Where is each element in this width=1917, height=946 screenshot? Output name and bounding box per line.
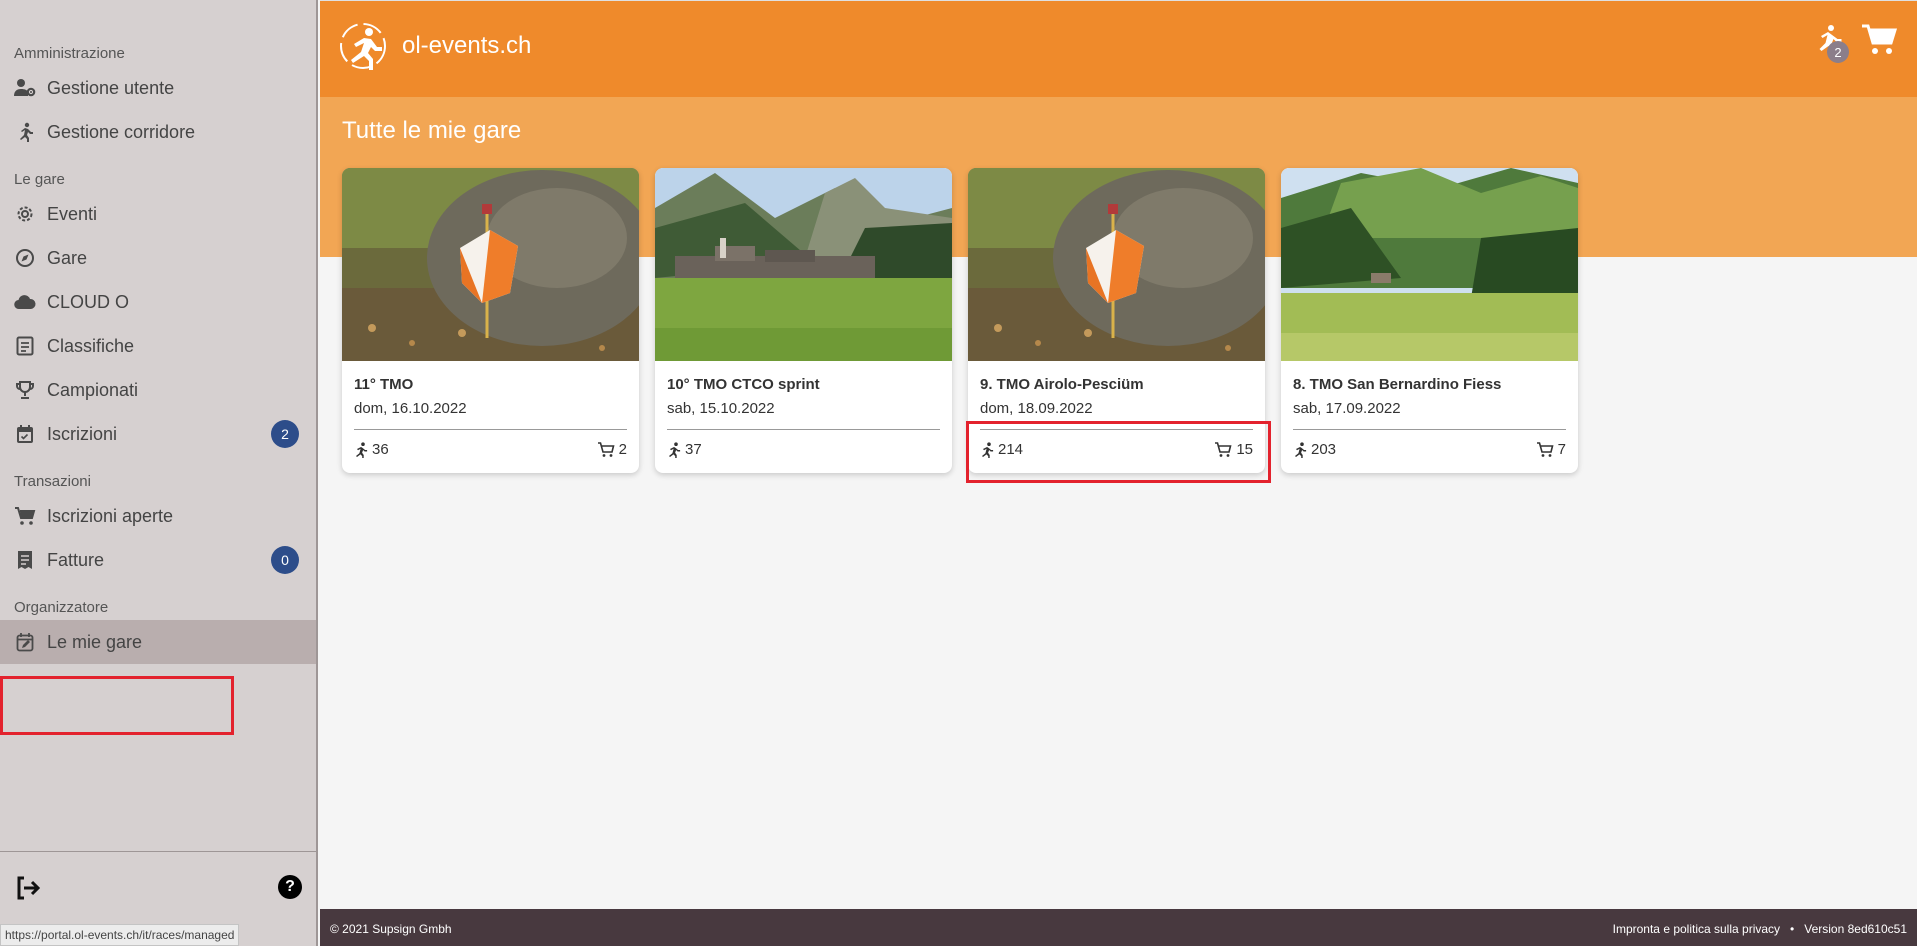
copyright: © 2021 Supsign Gmbh <box>330 922 452 936</box>
sidebar-item-label: Iscrizioni <box>47 423 118 444</box>
cart-button[interactable] <box>1861 23 1901 63</box>
footer: © 2021 Supsign Gmbh Impronta e politica … <box>320 909 1917 946</box>
sidebar-item-label: Le mie gare <box>47 631 143 652</box>
sidebar-item-invoices[interactable]: Fatture 0 <box>0 538 316 582</box>
race-card[interactable]: 10° TMO CTCO sprint sab, 15.10.2022 37 <box>655 168 952 473</box>
orders-count-value: 15 <box>1236 441 1253 458</box>
sidebar-item-label: Campionati <box>47 379 139 400</box>
brand-name[interactable]: ol-events.ch <box>402 32 531 60</box>
race-cards: 11° TMO dom, 16.10.2022 36 2 10° TMO CTC… <box>342 168 1578 473</box>
section-title-races: Le gare <box>14 171 65 188</box>
race-card[interactable]: 8. TMO San Bernardino Fiess sab, 17.09.2… <box>1281 168 1578 473</box>
runners-count-value: 203 <box>1311 441 1337 458</box>
receipt-icon <box>14 549 36 571</box>
runners-count-value: 37 <box>685 441 702 458</box>
sidebar-item-label: Fatture <box>47 549 105 570</box>
card-divider <box>980 429 1253 430</box>
runner-icon <box>356 441 368 458</box>
race-title: 10° TMO CTCO sprint <box>667 376 820 393</box>
status-bar-url: https://portal.ol-events.ch/it/races/man… <box>0 924 240 946</box>
sidebar-item-events[interactable]: Eventi <box>0 192 316 236</box>
cart-icon <box>14 505 36 527</box>
orders-count[interactable]: 7 <box>1536 441 1566 458</box>
page-title: Tutte le mie gare <box>342 117 522 144</box>
invoices-count-badge: 0 <box>271 546 299 574</box>
runner-icon <box>14 121 36 143</box>
sidebar-item-races[interactable]: Gare <box>0 236 316 280</box>
race-date: sab, 17.09.2022 <box>1293 400 1401 417</box>
race-date: dom, 18.09.2022 <box>980 400 1093 417</box>
sidebar-item-open-registrations[interactable]: Iscrizioni aperte <box>0 494 316 538</box>
race-title: 8. TMO San Bernardino Fiess <box>1293 376 1502 393</box>
race-image-alpine-meadow <box>1281 168 1578 361</box>
race-image-control-flag <box>342 168 639 361</box>
cart-icon <box>597 441 615 457</box>
top-bar: ol-events.ch 2 <box>320 0 1917 97</box>
cart-icon <box>1536 441 1554 457</box>
cart-icon <box>1215 441 1232 457</box>
runners-count[interactable]: 214 <box>980 441 1023 458</box>
user-gear-icon <box>14 77 36 99</box>
cloud-icon <box>14 291 36 313</box>
race-date: sab, 15.10.2022 <box>667 400 775 417</box>
runners-count-value: 36 <box>372 441 389 458</box>
sidebar: Amministrazione Gestione utente Gestione… <box>0 0 318 946</box>
race-image-mountain-village <box>655 168 952 361</box>
sidebar-item-label: Eventi <box>47 203 98 224</box>
privacy-link[interactable]: Impronta e politica sulla privacy <box>1613 922 1780 936</box>
race-card[interactable]: 9. TMO Airolo-Pesciüm dom, 18.09.2022 21… <box>968 168 1265 473</box>
calendar-edit-icon <box>14 631 36 653</box>
race-title: 11° TMO <box>354 376 414 393</box>
section-title-transactions: Transazioni <box>14 473 91 490</box>
trophy-icon <box>14 379 36 401</box>
section-title-organizer: Organizzatore <box>14 599 109 616</box>
orders-count[interactable]: 2 <box>597 441 627 458</box>
document-list-icon <box>14 335 36 357</box>
runner-icon <box>669 441 681 458</box>
calendar-check-icon <box>14 423 36 445</box>
card-divider <box>1293 429 1566 430</box>
sidebar-item-label: Iscrizioni aperte <box>47 505 174 526</box>
runner-icon <box>982 441 994 458</box>
runners-count-value: 214 <box>998 441 1024 458</box>
logout-icon <box>17 876 41 900</box>
runners-count[interactable]: 36 <box>354 441 389 458</box>
sidebar-item-user-management[interactable]: Gestione utente <box>0 66 316 110</box>
sidebar-item-rankings[interactable]: Classifiche <box>0 324 316 368</box>
race-card[interactable]: 11° TMO dom, 16.10.2022 36 2 <box>342 168 639 473</box>
registrations-count-badge: 2 <box>271 420 299 448</box>
sidebar-item-label: Gare <box>47 247 88 268</box>
card-divider <box>667 429 940 430</box>
race-date: dom, 16.10.2022 <box>354 400 467 417</box>
version-label: Version 8ed610c51 <box>1804 922 1907 936</box>
ol-events-logo-icon[interactable] <box>338 21 388 71</box>
sidebar-item-my-races[interactable]: Le mie gare <box>0 620 316 664</box>
runner-count-badge: 2 <box>1827 41 1849 63</box>
race-title: 9. TMO Airolo-Pesciüm <box>980 376 1144 393</box>
runner-icon <box>1295 441 1307 458</box>
cart-icon <box>1862 24 1898 54</box>
runners-count[interactable]: 37 <box>667 441 702 458</box>
runners-count[interactable]: 203 <box>1293 441 1336 458</box>
runner-cart-button[interactable]: 2 <box>1813 23 1853 63</box>
gear-icon <box>14 203 36 225</box>
sidebar-item-registrations[interactable]: Iscrizioni 2 <box>0 412 316 456</box>
sidebar-item-label: Gestione utente <box>47 77 175 98</box>
footer-separator: • <box>1790 922 1795 936</box>
sidebar-item-cloud-o[interactable]: CLOUD O <box>0 280 316 324</box>
sidebar-item-runner-management[interactable]: Gestione corridore <box>0 110 316 154</box>
card-divider <box>354 429 627 430</box>
section-title-admin: Amministrazione <box>14 45 125 62</box>
orders-count-value: 2 <box>618 441 627 458</box>
orders-count[interactable]: 15 <box>1214 441 1253 458</box>
orders-count-value: 7 <box>1557 441 1566 458</box>
sidebar-item-label: Classifiche <box>47 335 135 356</box>
sidebar-item-label: CLOUD O <box>47 291 130 312</box>
sidebar-item-label: Gestione corridore <box>47 121 196 142</box>
logout-button[interactable] <box>14 874 42 902</box>
compass-icon <box>14 247 36 269</box>
race-image-control-flag <box>968 168 1265 361</box>
sidebar-item-championships[interactable]: Campionati <box>0 368 316 412</box>
help-button[interactable]: ? <box>278 875 302 899</box>
